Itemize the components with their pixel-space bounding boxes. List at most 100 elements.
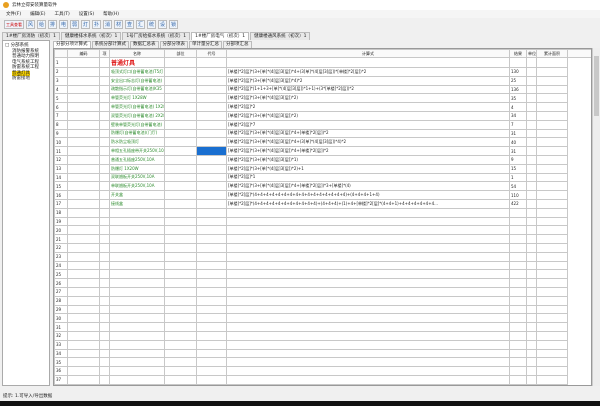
code-no-cell[interactable] [196,322,227,332]
name-cell[interactable]: 普通灯具 [109,57,165,68]
table-row[interactable]: 22 [54,242,592,253]
table-row[interactable]: 14 双联翘板开关250V,10A [单楼]*2[层]*1 1 [54,172,592,183]
item-cell[interactable] [99,260,110,271]
area-cell[interactable] [536,366,568,376]
code-cell[interactable] [67,198,100,209]
item-cell[interactable] [99,119,110,130]
code-no-cell[interactable] [196,348,227,359]
name-cell[interactable] [109,242,165,253]
table-row[interactable]: 10 防水防尘吸顶灯 [单楼]*2[层]*(3+[单]*(4[层]3[层])*4+(… [54,137,592,148]
code-cell[interactable] [67,278,100,288]
code-cell[interactable] [67,137,100,148]
code-no-cell[interactable] [196,330,227,341]
item-cell[interactable] [99,295,110,306]
location-cell[interactable] [164,57,197,68]
toolbar-1-icon[interactable]: 给 [37,20,46,29]
item-cell[interactable] [99,216,110,227]
formula-cell[interactable] [226,348,510,359]
unit-cell[interactable] [526,172,537,183]
location-cell[interactable] [164,286,197,297]
unit-cell[interactable] [526,366,537,376]
area-cell[interactable] [536,348,568,359]
unit-cell[interactable] [526,67,537,77]
name-cell[interactable]: 吸顶式灯口(自带蓄电池)T5灯 [109,67,165,77]
area-cell[interactable] [536,84,568,95]
code-no-cell[interactable] [196,313,227,324]
location-cell[interactable] [164,260,197,271]
code-no-cell[interactable] [196,190,227,200]
code-cell[interactable] [67,286,100,297]
code-no-cell[interactable] [196,304,227,315]
code-no-cell[interactable] [196,216,227,227]
formula-cell[interactable] [226,330,510,341]
code-cell[interactable] [67,313,100,324]
name-cell[interactable]: 单联翘板开关250V,10A [109,181,165,192]
location-cell[interactable] [164,102,197,112]
area-cell[interactable] [536,251,568,262]
item-cell[interactable] [99,242,110,253]
formula-cell[interactable] [226,304,510,315]
name-cell[interactable] [109,251,165,262]
code-no-cell[interactable] [196,198,227,209]
code-cell[interactable] [67,154,100,165]
item-cell[interactable] [99,102,110,112]
location-cell[interactable] [164,357,197,368]
sheet-tab[interactable]: 分部项汇总 [223,41,252,48]
item-cell[interactable] [99,357,110,368]
location-cell[interactable] [164,374,197,385]
item-cell[interactable] [99,348,110,359]
formula-cell[interactable]: [单楼]*2[层]*(3+[单]*(4[层]3[层])*4)*2 [226,75,510,86]
table-row[interactable]: 25 [54,269,592,280]
code-cell[interactable] [67,128,100,139]
formula-cell[interactable] [226,286,510,297]
name-cell[interactable]: 疏散指示灯(自带蓄电池)K35 [109,84,165,95]
column-header[interactable]: 累计面积 [536,49,568,58]
item-cell[interactable] [99,181,110,192]
table-row[interactable]: 31 [54,322,592,332]
code-no-cell[interactable] [196,163,227,174]
area-cell[interactable] [536,172,568,183]
code-no-cell[interactable] [196,119,227,130]
formula-cell[interactable] [226,57,510,68]
code-no-cell[interactable] [196,269,227,280]
area-cell[interactable] [536,181,568,192]
area-cell[interactable] [536,225,568,236]
column-header[interactable]: 计算式 [226,49,510,58]
code-cell[interactable] [67,119,100,130]
toolbar-9-icon[interactable]: 查 [125,20,134,29]
column-header[interactable] [54,49,68,58]
area-cell[interactable] [536,374,568,385]
unit-cell[interactable] [526,128,537,139]
formula-cell[interactable] [226,251,510,262]
toolbar-11-icon[interactable]: 统 [147,20,156,29]
formula-cell[interactable] [226,225,510,236]
name-cell[interactable] [109,234,165,244]
column-header[interactable]: 部位 [164,49,197,58]
unit-cell[interactable] [526,225,537,236]
table-row[interactable]: 26 [54,278,592,288]
code-cell[interactable] [67,330,100,341]
formula-cell[interactable] [226,216,510,227]
toolbar-4-icon[interactable]: 弱 [70,20,79,29]
formula-cell[interactable]: [单楼]*2[层]*(3+[单]*(4[层]3[层])*4+(3[单]*(4[层… [226,67,510,77]
location-cell[interactable] [164,119,197,130]
column-header[interactable]: 单位 [526,49,537,58]
name-cell[interactable] [109,207,165,218]
code-no-cell[interactable] [196,181,227,192]
item-cell[interactable] [99,172,110,183]
formula-cell[interactable] [226,322,510,332]
name-cell[interactable]: 单管荧光灯(自带蓄电池) 1X28W [109,102,165,112]
item-cell[interactable] [99,234,110,244]
unit-cell[interactable] [526,374,537,385]
unit-cell[interactable] [526,119,537,130]
item-cell[interactable] [99,322,110,332]
code-cell[interactable] [67,163,100,174]
table-row[interactable]: 20 [54,225,592,236]
unit-cell[interactable] [526,207,537,218]
formula-cell[interactable]: [单楼]*2[层]*(3+[单]*(4[层]3[层])*4+[单楼]*2[层])… [226,181,510,192]
code-cell[interactable] [67,190,100,200]
area-cell[interactable] [536,163,568,174]
table-row[interactable]: 32 [54,330,592,341]
code-no-cell[interactable] [196,67,227,77]
formula-cell[interactable] [226,269,510,280]
